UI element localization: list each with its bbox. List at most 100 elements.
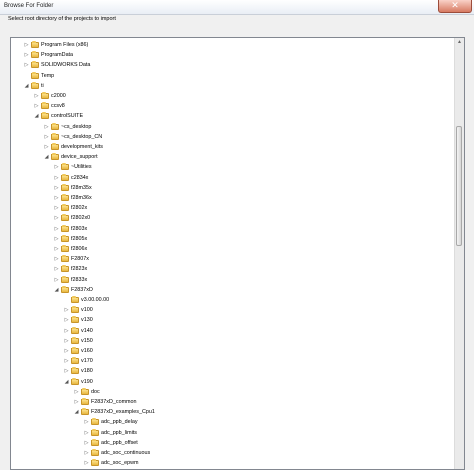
tree-item[interactable]: ▷ development_kits [43,142,103,152]
expand-arrow-icon[interactable]: ▷ [53,213,60,223]
expand-arrow-icon[interactable]: ▷ [53,264,60,274]
tree-item[interactable]: ◢ ti [23,81,44,91]
tree-item[interactable]: ◢ F2837xD [53,285,93,295]
expand-arrow-icon[interactable]: ▷ [53,203,60,213]
tree-item[interactable]: ▷ ccsv8 [33,101,65,111]
tree-item[interactable]: ▷ F2807x [53,254,89,264]
tree-item[interactable]: ▷ v140 [63,326,93,336]
tree-item[interactable]: ▷ adc_soc_epwm [83,458,138,468]
scroll-up-icon[interactable]: ▲ [455,38,464,47]
tree-item[interactable]: ▷ c2000 [33,91,66,101]
expand-arrow-icon[interactable]: ▷ [63,315,70,325]
expand-arrow-icon[interactable]: ▷ [83,428,90,438]
expand-arrow-icon[interactable]: ▷ [53,183,60,193]
tree-item[interactable]: ▷ f2823x [53,264,87,274]
tree-item[interactable]: ▷ f2805x [53,234,87,244]
expand-arrow-icon[interactable]: ▷ [23,60,30,70]
expand-arrow-icon[interactable]: ▷ [23,50,30,60]
tree-item[interactable]: ◢ controlSUITE [33,111,83,121]
collapse-arrow-icon[interactable]: ◢ [23,81,30,91]
tree-item[interactable]: ▷ adc_ppb_offset [83,438,138,448]
expand-arrow-icon[interactable]: ▷ [33,101,40,111]
tree-item[interactable]: ▷ adc_ppb_delay [83,417,138,427]
folder-icon [71,367,79,375]
tree-item[interactable]: ▷ ProgramData [23,50,73,60]
collapse-arrow-icon[interactable]: ◢ [53,285,60,295]
close-button[interactable]: ✕ [438,0,472,13]
expand-arrow-icon[interactable]: ▷ [43,142,50,152]
collapse-arrow-icon[interactable]: ◢ [63,377,70,387]
expand-arrow-icon[interactable]: ▷ [63,356,70,366]
expand-arrow-icon[interactable]: ▷ [63,305,70,315]
tree-item[interactable]: ▷ ~Utilities [53,162,92,172]
tree-item[interactable]: ▷ v160 [63,346,93,356]
expand-arrow-icon[interactable]: ▷ [53,224,60,234]
tree-item[interactable]: ▷ F2837xD_common [73,397,137,407]
tree-item[interactable]: v3.00.00.00 [63,295,109,305]
tree-item-label: ProgramData [41,52,74,59]
expand-arrow-icon[interactable]: ▷ [63,366,70,376]
tree-item[interactable]: ▷ ~cs_desktop [43,122,91,132]
tree-item[interactable]: ▷ adc_ppb_limits [83,428,137,438]
expand-arrow-icon[interactable]: ▷ [53,173,60,183]
tree-item-label: v130 [81,317,93,324]
collapse-arrow-icon[interactable]: ◢ [73,407,80,417]
expand-arrow-icon[interactable]: ▷ [23,40,30,50]
expand-arrow-icon[interactable]: ▷ [63,326,70,336]
tree-item[interactable]: ▷ v100 [63,305,93,315]
expand-arrow-icon[interactable]: ▷ [83,448,90,458]
tree-item[interactable]: ▷ c2834x [53,173,88,183]
tree-item[interactable]: ▷ doc [73,387,100,397]
folder-tree[interactable]: ▷ Program Files (x86) ▷ ProgramData ▷ SOLIDWO… [10,37,465,470]
vertical-scrollbar[interactable]: ▲ [454,38,464,469]
collapse-arrow-icon[interactable]: ◢ [33,111,40,121]
tree-item[interactable]: ▷ adc_soc_continuous [83,448,150,458]
tree-item[interactable]: ◢ v190 [63,377,93,387]
expand-arrow-icon[interactable]: ▷ [73,387,80,397]
tree-item[interactable]: ▷ v130 [63,315,93,325]
expand-arrow-icon[interactable]: ▷ [73,397,80,407]
expand-arrow-icon[interactable]: ▷ [63,336,70,346]
tree-item[interactable]: Temp [23,71,54,81]
tree-item[interactable]: ▷ f2802x0 [53,213,90,223]
tree-item-label: f2806x [71,246,88,252]
folder-icon [61,255,69,263]
expand-arrow-icon[interactable]: ▷ [53,193,60,203]
tree-item[interactable]: ▷ v180 [63,366,93,376]
tree-item[interactable]: ◢ F2837xD_examples_Cpu1 [73,407,155,417]
tree-item[interactable]: ◢ device_support [43,152,98,162]
expand-arrow-icon[interactable]: ▷ [53,234,60,244]
expand-arrow-icon[interactable]: ▷ [53,275,60,285]
folder-icon [71,347,79,354]
scrollbar-thumb[interactable] [456,126,462,246]
tree-item[interactable]: ▷ Program Files (x86) [23,40,88,50]
tree-item[interactable]: ▷ v150 [63,336,93,346]
expand-arrow-icon[interactable]: ▷ [43,132,50,142]
expand-arrow-icon[interactable]: ▷ [63,346,70,356]
tree-item-label: v160 [81,348,93,354]
tree-item-label: f2833x [71,276,88,283]
tree-item-label: v180 [81,368,93,375]
tree-item-label: F2837xD [71,286,93,293]
tree-item-label: SOLIDWORKS Data [41,62,91,69]
collapse-arrow-icon[interactable]: ◢ [43,152,50,162]
tree-item[interactable]: ▷ SOLIDWORKS Data [23,60,90,70]
expand-arrow-icon[interactable]: ▷ [53,254,60,264]
expand-arrow-icon[interactable]: ▷ [83,417,90,427]
tree-item[interactable]: ▷ f28m35x [53,183,92,193]
tree-item[interactable]: ▷ f2803x [53,224,87,234]
expand-arrow-icon[interactable]: ▷ [43,122,50,132]
tree-item-label: f2802x0 [71,215,91,222]
expand-arrow-icon[interactable]: ▷ [33,91,40,101]
tree-item[interactable]: ▷ f28m36x [53,193,92,203]
tree-item[interactable]: ▷ ~cs_desktop_CN [43,132,102,142]
expand-arrow-icon[interactable]: ▷ [53,162,60,172]
tree-item[interactable]: ▷ f2806x [53,244,87,254]
expand-arrow-icon[interactable]: ▷ [53,244,60,254]
tree-item[interactable]: ▷ f2802x [53,203,87,213]
tree-item[interactable]: ▷ f2833x [53,275,87,285]
expand-arrow-icon[interactable]: ▷ [83,458,90,468]
tree-item[interactable]: ▷ v170 [63,356,93,366]
expand-arrow-icon[interactable]: ▷ [83,438,90,448]
folder-icon [41,92,49,99]
